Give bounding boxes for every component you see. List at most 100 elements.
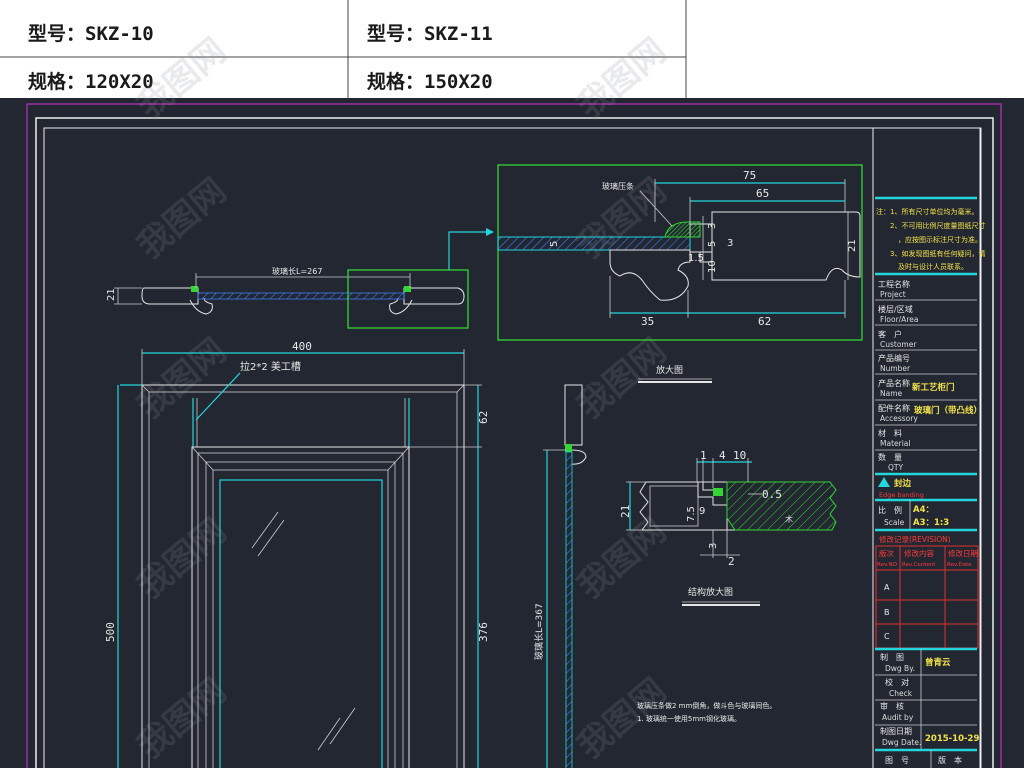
tb-drawing-no: 图 号 xyxy=(885,756,909,765)
structure-view-title: 结构放大图 xyxy=(688,586,733,598)
dim-10-right: 10 xyxy=(733,449,746,462)
dim-5-glass: 5 xyxy=(549,241,560,247)
tb-scale-a3: A3：1:3 xyxy=(913,518,949,528)
tb-rev-row-a: A xyxy=(884,583,890,592)
tb-note-3: ，应按图示标注尺寸为准。 xyxy=(898,235,982,244)
dim-3-top: 3 xyxy=(707,223,718,229)
dim-5-mid: 5 xyxy=(707,241,718,247)
tb-audit-cn: 审 核 xyxy=(880,701,904,711)
tb-revision-title: 修改记录(REVISION) xyxy=(879,534,951,544)
dim-7-5: 7.5 xyxy=(686,506,697,522)
tb-name-en: Name xyxy=(880,389,903,398)
tb-edge-cn: 封边 xyxy=(894,478,912,489)
tb-name-cn: 产品名称 xyxy=(878,378,910,388)
tb-check-en: Check xyxy=(889,689,913,698)
tb-rev-header-no-en: Rev.NO xyxy=(877,562,898,568)
tb-floor-cn: 楼层/区域 xyxy=(878,304,913,314)
dim-9: 9 xyxy=(699,506,705,517)
dim-4: 4 xyxy=(719,449,726,462)
tb-note-1: 注：1、所有尺寸单位均为毫米。 xyxy=(876,207,978,216)
dim-21-left: 21 xyxy=(106,288,117,301)
dim-35: 35 xyxy=(641,315,654,328)
tb-accessory-en: Accessory xyxy=(880,414,918,423)
tb-floor-en: Floor/Area xyxy=(880,315,918,324)
tb-date-cn: 制图日期 xyxy=(880,726,912,736)
tb-note-4: 3、如发现图纸有任何疑问，请 xyxy=(890,249,985,258)
dim-0-5: 0.5 xyxy=(762,488,782,501)
tb-rev-header-content-en: Rev.Content xyxy=(902,562,936,568)
dim-21-right: 21 xyxy=(847,239,858,252)
tb-date-value: 2015-10-29 xyxy=(925,734,979,744)
model-sku-11: 型号：SKZ-11 xyxy=(367,22,493,45)
dim-3-detail: 3 xyxy=(708,543,719,549)
tb-scale-a4: A4： xyxy=(913,505,934,515)
tb-accessory-value: 玻璃门（带凸线） xyxy=(914,405,982,416)
tb-accessory-cn: 配件名称 xyxy=(878,403,910,413)
tb-rev-header-date: 修改日期 xyxy=(948,548,978,558)
dim-3-mid: 3 xyxy=(727,238,733,249)
tb-material-cn: 材 料 xyxy=(878,428,902,438)
title-block: 注：1、所有尺寸单位均为毫米。 2、不可用比例尺度量图纸尺寸 ，应按图示标注尺寸… xyxy=(875,128,985,768)
dim-376: 376 xyxy=(477,622,490,642)
dim-height-500: 500 xyxy=(104,622,117,642)
tb-project-en: Project xyxy=(880,290,906,299)
dim-21-detail: 21 xyxy=(619,505,632,518)
tb-version: 版 本 xyxy=(938,755,962,765)
watermark-layer: 我图网 我图网 我图网 我图网 我图网 我图网 我图网 我图网 我图网 我图网 xyxy=(130,31,674,767)
dim-1: 1 xyxy=(700,449,707,462)
tb-rev-header-date-en: Rev.Date xyxy=(947,562,972,568)
tb-drawn-en: Dwg By. xyxy=(885,664,915,673)
tb-customer-cn: 客 户 xyxy=(878,329,902,339)
tb-scale-cn: 比 例 xyxy=(878,505,902,515)
glass-bead-label: 玻璃压条 xyxy=(602,181,634,191)
tb-rev-row-b: B xyxy=(884,608,890,617)
glass-length-367: 玻璃长L=367 xyxy=(533,603,545,660)
watermark: 我图网 xyxy=(570,511,674,607)
material-wood: 木 xyxy=(785,514,793,524)
groove-note: 拉2*2 美工槽 xyxy=(240,360,301,373)
model-sku-10: 型号：SKZ-10 xyxy=(28,22,154,45)
tb-rev-header-no: 版次 xyxy=(879,548,894,558)
structure-detail: 放大图 1 4 10 0.5 21 7.5 9 3 2 木 结构放大图 xyxy=(619,364,837,606)
spec-sku-11: 规格：150X20 xyxy=(367,70,493,93)
dim-62: 62 xyxy=(758,315,771,328)
tb-check-cn: 校 对 xyxy=(885,677,909,687)
edge-banding-icon xyxy=(878,477,890,487)
tb-note-2: 2、不可用比例尺度量图纸尺寸 xyxy=(890,221,985,230)
tb-edge-en: Edge banding xyxy=(879,491,924,499)
glass-length-267: 玻璃长L=267 xyxy=(272,266,322,276)
watermark: 我图网 xyxy=(130,511,234,607)
spec-sku-10: 规格：120X20 xyxy=(28,70,154,93)
bead-detail: 玻璃压条 75 65 3 5 3 1.5 10 5 21 35 62 xyxy=(497,164,863,341)
dim-2: 2 xyxy=(728,555,735,568)
note-line-2: 1. 玻璃统一使用5mm钢化玻璃。 xyxy=(637,714,741,723)
watermark: 我图网 xyxy=(130,171,234,267)
tb-date-en: Dwg Date. xyxy=(882,738,921,747)
note-line-1: 玻璃压条做2 mm倒角，做斗色与玻璃同色。 xyxy=(637,701,776,710)
dim-top-rail-62: 62 xyxy=(477,411,490,424)
tb-qty-cn: 数 量 xyxy=(878,452,902,462)
tb-audit-en: Audit by xyxy=(882,713,914,722)
tb-name-value: 新工艺柜门 xyxy=(912,382,955,393)
dim-65: 65 xyxy=(756,187,769,200)
tb-scale-en: Scale xyxy=(884,518,905,527)
tb-qty-en: QTY xyxy=(888,463,903,472)
watermark: 我图网 xyxy=(130,671,234,767)
dim-10: 10 xyxy=(707,260,718,273)
tb-rev-header-content: 修改内容 xyxy=(904,548,934,558)
tb-drawn-cn: 制 图 xyxy=(880,652,904,662)
dim-75: 75 xyxy=(743,169,756,182)
enlarged-view-title: 放大图 xyxy=(656,364,683,376)
tb-note-5: 及时与设计人员联系。 xyxy=(898,262,968,271)
watermark: 我图网 xyxy=(130,331,234,427)
tb-material-en: Material xyxy=(880,439,910,448)
dim-1-5: 1.5 xyxy=(688,253,704,264)
dim-width-400: 400 xyxy=(292,340,312,353)
tb-project-cn: 工程名称 xyxy=(878,279,910,289)
cad-canvas: 型号：SKZ-10 型号：SKZ-11 规格：120X20 规格：150X20 … xyxy=(0,0,1024,768)
tb-number-cn: 产品编号 xyxy=(878,353,910,363)
tb-rev-row-c: C xyxy=(884,632,890,641)
tb-customer-en: Customer xyxy=(880,340,917,349)
tb-number-en: Number xyxy=(880,364,911,373)
tb-drawn-value: 曾青云 xyxy=(925,657,951,668)
